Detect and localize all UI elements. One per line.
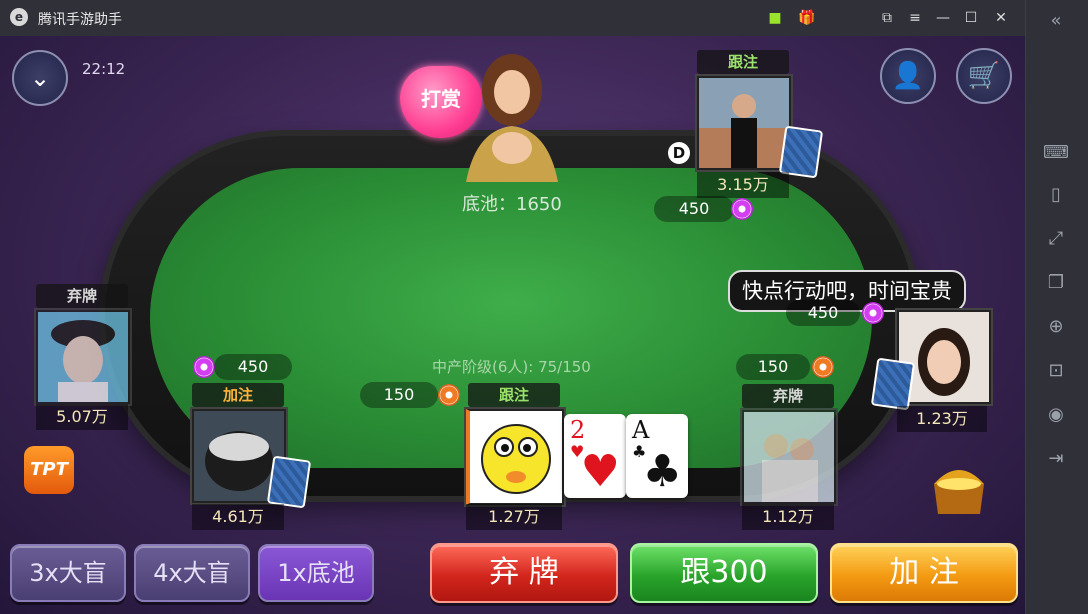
bottom-right-player-status: 弃牌: [742, 384, 834, 408]
vip-icon[interactable]: ■: [766, 9, 784, 27]
window-titlebar: e 腾讯手游助手 ■ 🎁 ⧉ ≡ — ☐ ✕: [0, 0, 1088, 36]
card-rank: A: [632, 416, 650, 444]
left-player-stack: 5.07万: [36, 404, 128, 430]
add-friend-button[interactable]: 👤: [880, 48, 936, 104]
top-player-card-back: [778, 125, 824, 179]
right-player-stack: 1.23万: [897, 406, 987, 432]
chip-icon: [731, 198, 753, 220]
self-bet: 150: [360, 382, 438, 408]
hand-card-1: 2 ♥ ♥: [564, 414, 626, 498]
clock: 22:12: [82, 60, 126, 78]
emulator-sidebar: « ⌨ ▯ ⤢ ❐ ⊕ ⊡ ◉ ⇥: [1025, 0, 1088, 614]
dropdown-menu-button[interactable]: ⌄: [12, 50, 68, 106]
bottom-left-player-card-back: [266, 455, 312, 509]
heart-icon: ♥: [580, 446, 620, 497]
treasure-chest-icon[interactable]: [928, 456, 990, 516]
fullscreen-icon[interactable]: ⤢: [1043, 226, 1069, 252]
menu-icon[interactable]: ≡: [906, 9, 924, 27]
top-player-status: 跟注: [697, 50, 789, 74]
shake-icon[interactable]: ▯: [1043, 182, 1069, 208]
top-player-avatar[interactable]: [697, 76, 791, 170]
chip-icon: [438, 384, 460, 406]
right-player-bet: 450: [786, 300, 860, 326]
bet-4x-big-blind-button[interactable]: 4x大盲: [134, 544, 250, 602]
top-player-bet: 450: [654, 196, 734, 222]
call-button[interactable]: 跟300: [630, 543, 818, 603]
collapse-icon[interactable]: «: [1043, 8, 1069, 34]
window-title: 腾讯手游助手: [38, 12, 122, 28]
bottom-left-player-bet: 450: [214, 354, 292, 380]
bottom-right-player-avatar[interactable]: [742, 410, 836, 504]
game-area: ⌄ 22:12 👤 🛒 打赏 底池：1650 中产阶级(6人): 75/150 …: [0, 36, 1025, 614]
maximize-icon[interactable]: ☐: [962, 9, 980, 27]
top-player-stack: 3.15万: [697, 172, 789, 198]
self-avatar[interactable]: [466, 409, 564, 505]
screenshot-icon[interactable]: ⊡: [1043, 358, 1069, 384]
chip-icon: [812, 356, 834, 378]
chip-icon: [862, 302, 884, 324]
app-logo-icon: e: [10, 8, 28, 26]
left-player-avatar[interactable]: [36, 310, 130, 404]
record-icon[interactable]: ◉: [1043, 402, 1069, 428]
hand-card-2: A ♣ ♣: [626, 414, 688, 498]
card-rank: 2: [570, 416, 586, 444]
chevron-down-icon: ⌄: [29, 64, 51, 92]
self-stack: 1.27万: [466, 504, 562, 530]
add-user-icon: 👤: [891, 61, 925, 91]
bet-3x-big-blind-button[interactable]: 3x大盲: [10, 544, 126, 602]
club-icon: ♣: [642, 446, 682, 497]
close-icon[interactable]: ✕: [992, 9, 1010, 27]
raise-button[interactable]: 加 注: [830, 543, 1018, 603]
exit-icon[interactable]: ⇥: [1043, 446, 1069, 472]
bet-1x-pot-button[interactable]: 1x底池: [258, 544, 374, 602]
dealer-button: D: [668, 142, 690, 164]
keyboard-icon[interactable]: ⌨: [1043, 140, 1069, 166]
bottom-left-player-stack: 4.61万: [192, 504, 284, 530]
fold-button[interactable]: 弃 牌: [430, 543, 618, 603]
right-player-card-back: [870, 357, 916, 411]
minimize-icon[interactable]: —: [934, 9, 952, 27]
multi-window-icon[interactable]: ❐: [1043, 270, 1069, 296]
gift-icon[interactable]: 🎁: [798, 9, 816, 27]
bottom-right-player-stack: 1.12万: [742, 504, 834, 530]
locate-icon[interactable]: ⊕: [1043, 314, 1069, 340]
tpt-logo[interactable]: TPT: [24, 446, 74, 494]
shop-button[interactable]: 🛒: [956, 48, 1012, 104]
dealer-avatar: [466, 54, 558, 182]
cart-icon: 🛒: [967, 61, 1001, 91]
table-info: 中产阶级(6人): 75/150: [432, 358, 591, 376]
chip-icon: [193, 356, 215, 378]
pot-total: 底池：1650: [462, 194, 562, 215]
self-status: 跟注: [468, 383, 560, 407]
left-player-status: 弃牌: [36, 284, 128, 308]
bottom-right-player-bet: 150: [736, 354, 810, 380]
popout-icon[interactable]: ⧉: [878, 9, 896, 27]
bottom-left-player-status: 加注: [192, 383, 284, 407]
